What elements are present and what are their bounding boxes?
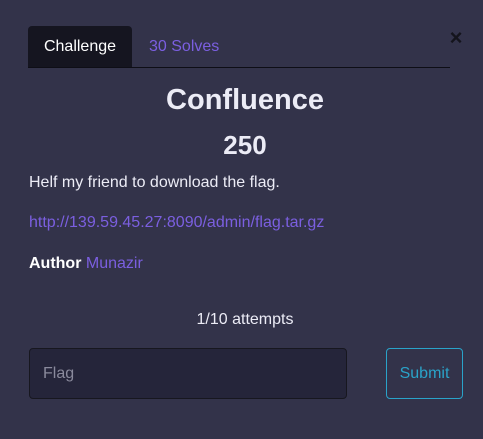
challenge-link[interactable]: http://139.59.45.27:8090/admin/flag.tar.…	[29, 214, 324, 232]
challenge-modal: × Challenge 30 Solves Confluence 250 Hel…	[0, 0, 483, 439]
tab-bar: Challenge 30 Solves	[28, 26, 450, 68]
challenge-points: 250	[223, 130, 267, 160]
flag-input[interactable]	[29, 348, 347, 399]
author-label: Author	[29, 255, 82, 272]
author-line: Author Munazir	[29, 255, 143, 273]
tab-solves[interactable]: 30 Solves	[149, 26, 219, 67]
submit-button[interactable]: Submit	[386, 348, 463, 399]
tab-challenge[interactable]: Challenge	[28, 26, 132, 67]
author-name-link[interactable]: Munazir	[86, 255, 143, 272]
challenge-title: Confluence	[166, 84, 324, 116]
challenge-description: Helf my friend to download the flag.	[29, 174, 280, 191]
attempts-counter: 1/10 attempts	[196, 311, 294, 328]
